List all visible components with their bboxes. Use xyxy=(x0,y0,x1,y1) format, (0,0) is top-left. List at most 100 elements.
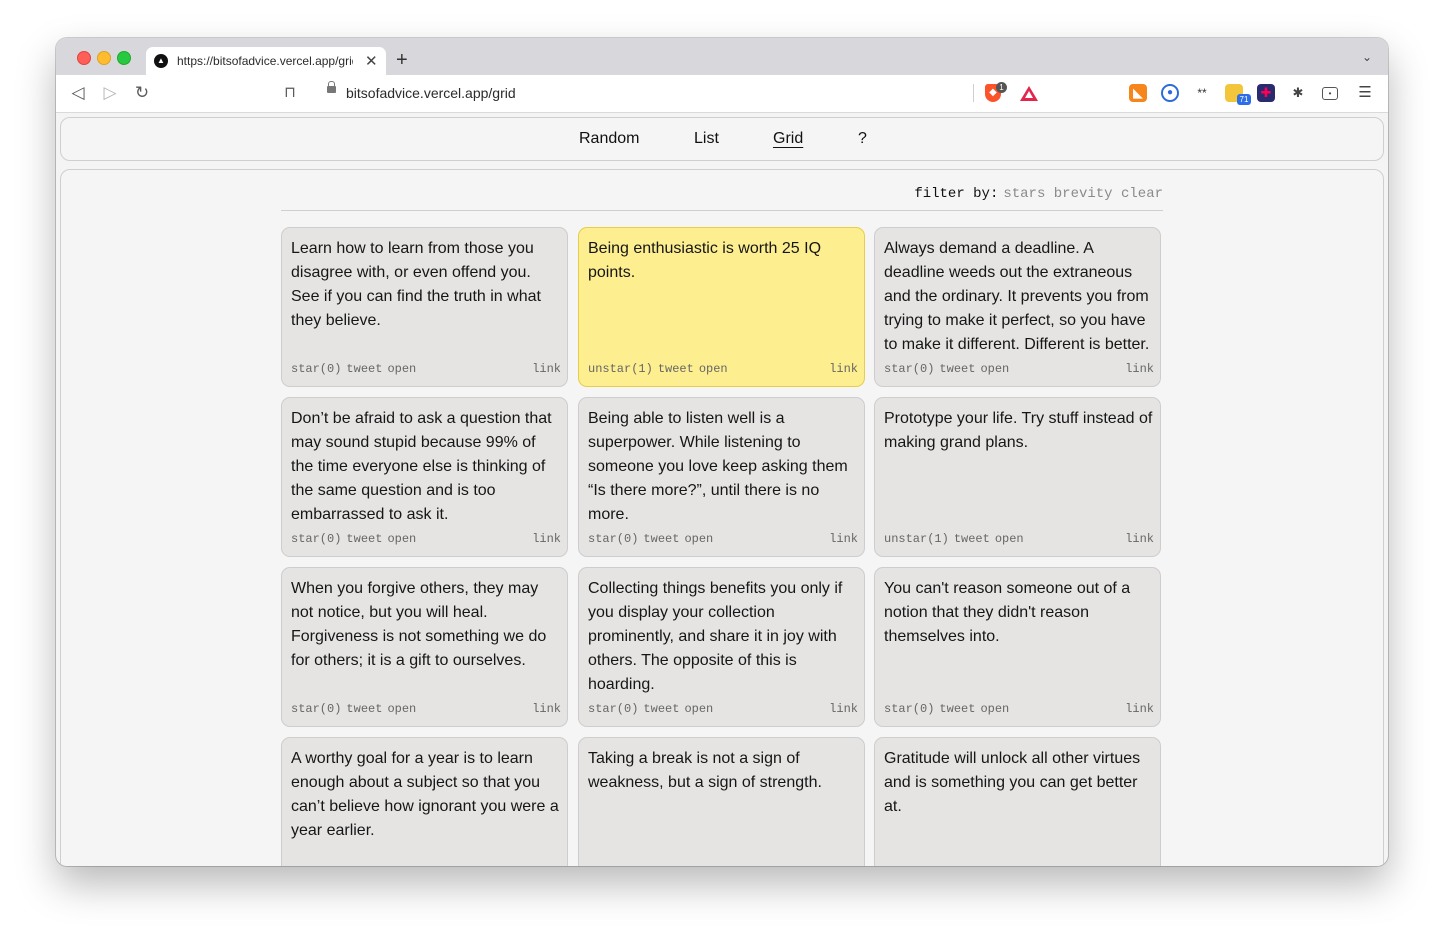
browser-toolbar: ◁ ▷ ↻ ⊓ bitsofadvice.vercel.app/grid ◆ 1… xyxy=(56,75,1388,113)
tab-title: https://bitsofadvice.vercel.app/grid xyxy=(177,54,353,68)
close-tab-icon[interactable]: ✕ xyxy=(365,52,378,70)
star-toggle[interactable]: star(0) xyxy=(588,532,638,546)
open-link[interactable]: open xyxy=(387,362,416,376)
advice-text: Prototype your life. Try stuff instead o… xyxy=(884,410,1153,451)
tweet-link[interactable]: tweet xyxy=(939,702,975,716)
site-navbar: Random List Grid ? xyxy=(60,117,1384,161)
star-toggle[interactable]: star(0) xyxy=(291,362,341,376)
extensions-puzzle-icon[interactable]: ✱ xyxy=(1289,84,1307,102)
permalink[interactable]: link xyxy=(829,362,858,376)
address-bar[interactable]: bitsofadvice.vercel.app/grid ◆ 1 xyxy=(312,80,1046,107)
tweet-link[interactable]: tweet xyxy=(346,532,382,546)
browser-window: ▲ https://bitsofadvice.vercel.app/grid ✕… xyxy=(56,38,1388,866)
forward-icon[interactable]: ▷ xyxy=(100,83,120,103)
card-actions: star(0) tweet open link xyxy=(884,362,1154,378)
new-tab-plus-icon[interactable]: + xyxy=(396,47,408,73)
password-manager-icon[interactable]: ● xyxy=(1161,84,1179,102)
tweet-link[interactable]: tweet xyxy=(346,702,382,716)
window-close-button[interactable] xyxy=(77,51,91,65)
filter-clear[interactable]: clear xyxy=(1121,186,1163,202)
open-link[interactable]: open xyxy=(684,702,713,716)
star-toggle[interactable]: star(0) xyxy=(291,532,341,546)
card-actions: star(0) tweet open link xyxy=(884,702,1154,718)
brave-rewards-icon[interactable] xyxy=(1020,86,1038,101)
tweet-link[interactable]: tweet xyxy=(954,532,990,546)
card-actions: unstar(1) tweet open link xyxy=(884,532,1154,548)
folder-extension-icon[interactable]: 71 xyxy=(1225,84,1251,105)
bookmark-icon[interactable]: ⊓ xyxy=(280,83,300,103)
url-text[interactable]: bitsofadvice.vercel.app/grid xyxy=(346,85,516,101)
nav-list[interactable]: List xyxy=(694,130,719,148)
advice-text: A worthy goal for a year is to learn eno… xyxy=(291,750,559,839)
advice-text: Collecting things benefits you only if y… xyxy=(588,580,843,693)
tab-list-chevron-icon[interactable]: ⌄ xyxy=(1362,50,1372,64)
open-link[interactable]: open xyxy=(995,532,1024,546)
open-link[interactable]: open xyxy=(980,362,1009,376)
filter-label: filter by: xyxy=(914,186,999,202)
advice-text: Being enthusiastic is worth 25 IQ points… xyxy=(588,240,822,281)
menu-hamburger-icon[interactable]: ☰ xyxy=(1356,84,1374,102)
card-actions: star(0) tweet open link xyxy=(291,702,561,718)
filter-stars[interactable]: stars xyxy=(1003,186,1045,202)
filter-brevity[interactable]: brevity xyxy=(1054,186,1113,202)
permalink[interactable]: link xyxy=(829,532,858,546)
tweet-link[interactable]: tweet xyxy=(346,362,382,376)
tweet-link[interactable]: tweet xyxy=(939,362,975,376)
card-actions: star(0) tweet open link xyxy=(291,532,561,548)
advice-card: Prototype your life. Try stuff instead o… xyxy=(874,397,1161,557)
metamask-fox-icon[interactable]: ◣ xyxy=(1129,84,1147,102)
reload-icon[interactable]: ↻ xyxy=(132,83,152,103)
star-toggle[interactable]: star(0) xyxy=(291,702,341,716)
nav-help[interactable]: ? xyxy=(858,130,867,148)
advice-text: Don’t be afraid to ask a question that m… xyxy=(291,410,552,523)
url-separator xyxy=(973,84,974,102)
card-actions: star(0) tweet open link xyxy=(291,362,561,378)
wallet-icon[interactable]: • xyxy=(1322,87,1338,100)
star-toggle[interactable]: unstar(1) xyxy=(884,532,949,546)
open-link[interactable]: open xyxy=(699,362,728,376)
nav-random[interactable]: Random xyxy=(579,130,639,148)
tweet-link[interactable]: tweet xyxy=(643,702,679,716)
advice-grid-panel: filter by: stars brevity clear Learn how … xyxy=(60,169,1384,866)
advice-text: Gratitude will unlock all other virtues … xyxy=(884,750,1141,815)
advice-text: Always demand a deadline. A deadline wee… xyxy=(884,240,1150,353)
permalink[interactable]: link xyxy=(532,362,561,376)
lock-icon xyxy=(327,81,336,93)
star-toggle[interactable]: star(0) xyxy=(884,362,934,376)
permalink[interactable]: link xyxy=(1125,702,1154,716)
asterisk-extension-icon[interactable]: ** xyxy=(1193,84,1211,102)
advice-card: Always demand a deadline. A deadline wee… xyxy=(874,227,1161,387)
card-actions: star(0) tweet open link xyxy=(588,532,858,548)
advice-card: A worthy goal for a year is to learn eno… xyxy=(281,737,568,866)
star-toggle[interactable]: unstar(1) xyxy=(588,362,653,376)
window-minimize-button[interactable] xyxy=(97,51,111,65)
back-icon[interactable]: ◁ xyxy=(68,83,88,103)
window-maximize-button[interactable] xyxy=(117,51,131,65)
nav-grid[interactable]: Grid xyxy=(773,130,803,148)
advice-card: Being able to listen well is a superpowe… xyxy=(578,397,865,557)
star-toggle[interactable]: star(0) xyxy=(588,702,638,716)
open-link[interactable]: open xyxy=(980,702,1009,716)
star-toggle[interactable]: star(0) xyxy=(884,702,934,716)
color-grid-extension-icon[interactable]: ✚ xyxy=(1257,84,1275,102)
advice-card: Learn how to learn from those you disagr… xyxy=(281,227,568,387)
open-link[interactable]: open xyxy=(387,532,416,546)
advice-text: Being able to listen well is a superpowe… xyxy=(588,410,848,523)
permalink[interactable]: link xyxy=(829,702,858,716)
open-link[interactable]: open xyxy=(387,702,416,716)
permalink[interactable]: link xyxy=(1125,362,1154,376)
permalink[interactable]: link xyxy=(532,702,561,716)
advice-card: Being enthusiastic is worth 25 IQ points… xyxy=(578,227,865,387)
tweet-link[interactable]: tweet xyxy=(658,362,694,376)
advice-card: You can't reason someone out of a notion… xyxy=(874,567,1161,727)
filter-bar: filter by: stars brevity clear xyxy=(281,186,1163,211)
shield-count-badge: 1 xyxy=(996,82,1007,93)
browser-tab[interactable]: ▲ https://bitsofadvice.vercel.app/grid ✕ xyxy=(146,47,386,75)
permalink[interactable]: link xyxy=(1125,532,1154,546)
permalink[interactable]: link xyxy=(532,532,561,546)
advice-card: Gratitude will unlock all other virtues … xyxy=(874,737,1161,866)
tweet-link[interactable]: tweet xyxy=(643,532,679,546)
open-link[interactable]: open xyxy=(684,532,713,546)
card-actions: star(0) tweet open link xyxy=(588,702,858,718)
extension-count-badge: 71 xyxy=(1237,94,1251,105)
